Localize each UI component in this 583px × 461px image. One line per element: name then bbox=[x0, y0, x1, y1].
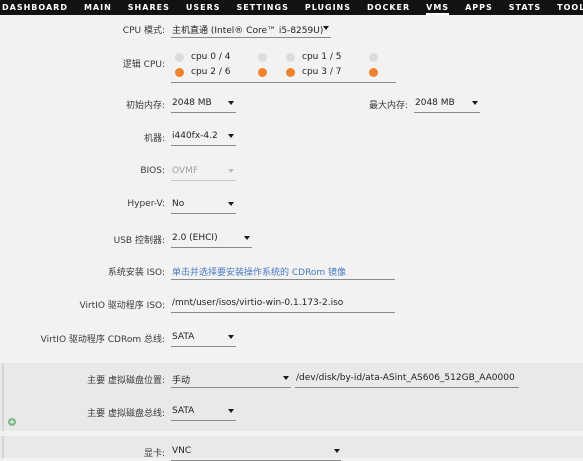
machine-label: 机器: bbox=[143, 134, 165, 144]
cpu-mode-underline bbox=[171, 37, 331, 38]
chevron-down-icon bbox=[244, 236, 250, 240]
cpu-3-checkbox[interactable] bbox=[286, 68, 295, 77]
tab-tools[interactable]: TOOLS bbox=[557, 0, 583, 15]
cpu-3-label: cpu 3 / 7 bbox=[302, 67, 342, 77]
cpu-0-label: cpu 0 / 4 bbox=[191, 52, 231, 62]
primary-disk-bus-label: 主要 虚拟磁盘总线: bbox=[87, 409, 165, 419]
cpu-1-label: cpu 1 / 5 bbox=[302, 52, 342, 62]
os-iso-label: 系统安装 ISO: bbox=[107, 268, 165, 278]
cpu-2-label: cpu 2 / 6 bbox=[191, 67, 231, 77]
chevron-down-icon bbox=[323, 26, 329, 30]
logical-cpu-label: 逻辑 CPU: bbox=[122, 60, 165, 70]
chevron-down-icon bbox=[472, 101, 478, 105]
max-memory-label: 最大内存: bbox=[368, 101, 408, 111]
cpu-2-ht-checkbox[interactable] bbox=[258, 68, 267, 77]
tab-dashboard[interactable]: DASHBOARD bbox=[2, 0, 68, 15]
bios-select: OVMF bbox=[172, 166, 199, 176]
cpu-1-checkbox[interactable] bbox=[286, 53, 295, 62]
hyperv-select[interactable]: No bbox=[172, 199, 184, 209]
graphics-section bbox=[0, 436, 583, 458]
virtio-bus-underline bbox=[171, 346, 236, 347]
virtio-iso-label: VirtIO 驱动程序 ISO: bbox=[79, 301, 165, 311]
top-navigation: DASHBOARD MAIN SHARES USERS SETTINGS PLU… bbox=[0, 0, 583, 15]
primary-disk-location-select[interactable]: 手动 bbox=[172, 373, 190, 386]
section-bar bbox=[2, 363, 4, 431]
tab-main[interactable]: MAIN bbox=[84, 0, 112, 15]
max-memory-underline bbox=[414, 112, 480, 113]
chevron-down-icon bbox=[228, 202, 234, 206]
primary-disk-location-label: 主要 虚拟磁盘位置: bbox=[87, 376, 165, 386]
cpu-mode-label: CPU 模式: bbox=[122, 26, 165, 36]
virtio-iso-input[interactable]: /mnt/user/isos/virtio-win-0.1.173-2.iso bbox=[172, 298, 343, 308]
chevron-down-icon bbox=[283, 376, 289, 380]
os-iso-underline bbox=[171, 279, 395, 280]
initial-memory-underline bbox=[171, 112, 236, 113]
primary-disk-bus-underline bbox=[171, 420, 236, 421]
tab-users[interactable]: USERS bbox=[186, 0, 221, 15]
primary-disk-path-input[interactable]: /dev/disk/by-id/ata-ASint_AS606_512GB_AA… bbox=[296, 373, 518, 383]
initial-memory-select[interactable]: 2048 MB bbox=[172, 98, 212, 108]
primary-disk-location-underline bbox=[171, 387, 291, 388]
bios-label: BIOS: bbox=[140, 166, 165, 176]
virtio-iso-underline bbox=[171, 312, 395, 313]
machine-select[interactable]: i440fx-4.2 bbox=[172, 131, 218, 141]
chevron-down-icon bbox=[228, 335, 234, 339]
hyperv-underline bbox=[171, 213, 236, 214]
cpu-3-ht-checkbox[interactable] bbox=[369, 68, 378, 77]
virtio-bus-label: VirtIO 驱动程序 CDRom 总线: bbox=[40, 335, 165, 345]
vm-form: CPU 模式: 主机直通 (Intel® Core™ i5-8259U) 逻辑 … bbox=[0, 15, 583, 461]
graphics-label: 显卡: bbox=[143, 449, 165, 459]
cpu-1-ht-checkbox[interactable] bbox=[369, 53, 378, 62]
cpu-2-checkbox[interactable] bbox=[175, 68, 184, 77]
os-iso-input[interactable]: 单击并选择要安装操作系统的 CDRom 镜像 bbox=[172, 265, 346, 278]
bios-underline bbox=[171, 180, 236, 181]
machine-underline bbox=[171, 145, 236, 146]
tab-apps[interactable]: APPS bbox=[465, 0, 493, 15]
tab-vms[interactable]: VMS bbox=[426, 0, 449, 15]
section-bar bbox=[2, 436, 4, 458]
cpu-0-checkbox[interactable] bbox=[175, 53, 184, 62]
tab-shares[interactable]: SHARES bbox=[128, 0, 170, 15]
add-disk-icon[interactable]: + bbox=[8, 418, 16, 426]
tab-plugins[interactable]: PLUGINS bbox=[305, 0, 351, 15]
tab-docker[interactable]: DOCKER bbox=[367, 0, 410, 15]
tab-settings[interactable]: SETTINGS bbox=[237, 0, 289, 15]
primary-disk-path-underline bbox=[295, 387, 519, 388]
virtio-bus-select[interactable]: SATA bbox=[172, 332, 194, 342]
usb-controller-label: USB 控制器: bbox=[113, 236, 165, 246]
cpu-0-ht-checkbox[interactable] bbox=[258, 53, 267, 62]
chevron-down-icon bbox=[228, 101, 234, 105]
tab-stats[interactable]: STATS bbox=[509, 0, 541, 15]
chevron-down-icon bbox=[228, 409, 234, 413]
logical-cpu-underline bbox=[171, 82, 396, 83]
graphics-select[interactable]: VNC bbox=[172, 446, 191, 456]
chevron-down-icon bbox=[228, 169, 234, 173]
chevron-down-icon bbox=[334, 449, 340, 453]
initial-memory-label: 初始内存: bbox=[125, 101, 165, 111]
chevron-down-icon bbox=[228, 134, 234, 138]
max-memory-select[interactable]: 2048 MB bbox=[415, 98, 455, 108]
cpu-mode-select[interactable]: 主机直通 (Intel® Core™ i5-8259U) bbox=[172, 23, 323, 36]
primary-disk-bus-select[interactable]: SATA bbox=[172, 406, 194, 416]
hyperv-label: Hyper-V: bbox=[127, 199, 165, 209]
usb-controller-select[interactable]: 2.0 (EHCI) bbox=[172, 233, 218, 243]
usb-controller-underline bbox=[171, 247, 252, 248]
